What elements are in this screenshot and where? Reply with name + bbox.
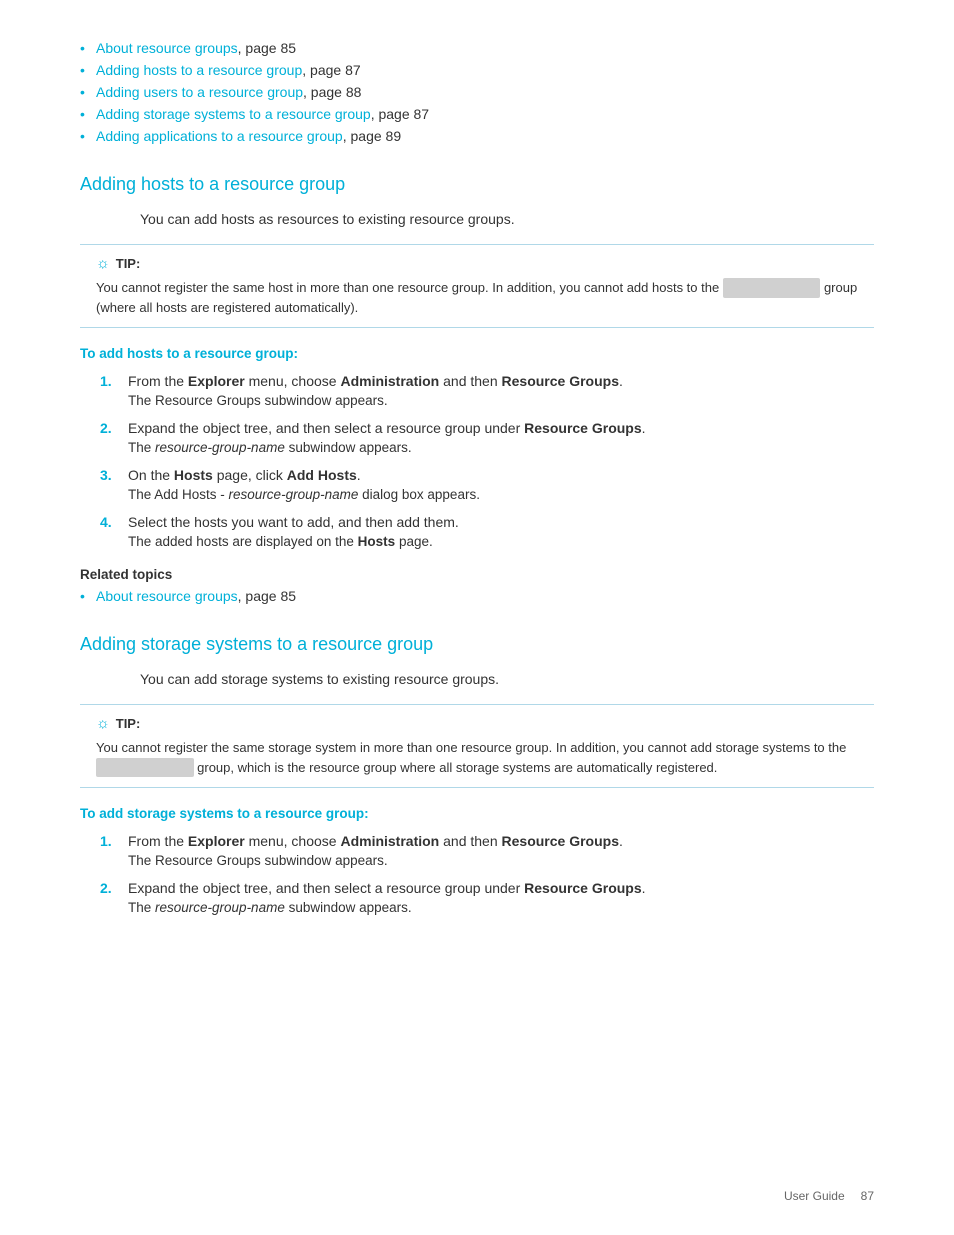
- step-bold: Hosts: [174, 467, 213, 483]
- section2-subheading: To add storage systems to a resource gro…: [80, 806, 874, 821]
- step-bold: Administration: [340, 833, 439, 849]
- section1-steps: 1. From the Explorer menu, choose Admini…: [100, 373, 874, 549]
- tip-box-2: ☼ TIP: You cannot register the same stor…: [80, 704, 874, 788]
- section2-steps: 1. From the Explorer menu, choose Admini…: [100, 833, 874, 915]
- section1-heading: Adding hosts to a resource group: [80, 174, 874, 195]
- step-2: 2. Expand the object tree, and then sele…: [100, 420, 874, 455]
- italic-text: resource-group-name: [155, 900, 285, 915]
- step-num-2: 2.: [100, 420, 118, 436]
- related-suffix: , page 85: [238, 588, 296, 604]
- tip-body-1: You cannot register the same host in mor…: [96, 278, 858, 317]
- list-item-suffix: , page 88: [303, 84, 361, 100]
- italic-text: resource-group-name: [229, 487, 359, 502]
- footer: User Guide 87: [784, 1189, 874, 1203]
- step-bold: Resource Groups: [502, 833, 619, 849]
- step-content-1: From the Explorer menu, choose Administr…: [128, 373, 874, 408]
- top-list: About resource groups, page 85 Adding ho…: [80, 40, 874, 144]
- step-content-2: Expand the object tree, and then select …: [128, 420, 874, 455]
- related-topics-label: Related topics: [80, 567, 874, 582]
- step-bold: Administration: [340, 373, 439, 389]
- adding-storage-link[interactable]: Adding storage systems to a resource gro…: [96, 106, 371, 122]
- adding-applications-link[interactable]: Adding applications to a resource group: [96, 128, 343, 144]
- step-sub-3: The Add Hosts - resource-group-name dial…: [128, 487, 874, 502]
- step-bold: Resource Groups: [524, 420, 641, 436]
- section2-heading: Adding storage systems to a resource gro…: [80, 634, 874, 655]
- s2-step-num-2: 2.: [100, 880, 118, 896]
- about-resource-groups-link[interactable]: About resource groups: [96, 40, 238, 56]
- step-num-3: 3.: [100, 467, 118, 483]
- related-topics-1: Related topics About resource groups, pa…: [80, 567, 874, 604]
- s2-step-content-2: Expand the object tree, and then select …: [128, 880, 874, 915]
- related-topics-item: About resource groups, page 85: [80, 588, 874, 604]
- tip-body-2: You cannot register the same storage sys…: [96, 738, 858, 777]
- step-1: 1. From the Explorer menu, choose Admini…: [100, 373, 874, 408]
- s2-step-1: 1. From the Explorer menu, choose Admini…: [100, 833, 874, 868]
- step-num-1: 1.: [100, 373, 118, 389]
- tip-icon-2: ☼: [96, 715, 110, 732]
- step-text-2: Expand the object tree, and then select …: [128, 420, 646, 436]
- step-bold: Explorer: [188, 833, 245, 849]
- list-item: Adding storage systems to a resource gro…: [80, 106, 874, 122]
- page: About resource groups, page 85 Adding ho…: [0, 0, 954, 1235]
- s2-step-2: 2. Expand the object tree, and then sele…: [100, 880, 874, 915]
- step-sub-1: The Resource Groups subwindow appears.: [128, 393, 874, 408]
- s2-step-sub-2: The resource-group-name subwindow appear…: [128, 900, 874, 915]
- step-3: 3. On the Hosts page, click Add Hosts. T…: [100, 467, 874, 502]
- step-content-4: Select the hosts you want to add, and th…: [128, 514, 874, 549]
- step-text-1: From the Explorer menu, choose Administr…: [128, 373, 623, 389]
- section1-intro: You can add hosts as resources to existi…: [140, 209, 874, 230]
- step-text-4: Select the hosts you want to add, and th…: [128, 514, 459, 530]
- tip-header-1: ☼ TIP:: [96, 255, 858, 272]
- list-item: About resource groups, page 85: [80, 40, 874, 56]
- tip-box-1: ☼ TIP: You cannot register the same host…: [80, 244, 874, 328]
- tip-icon-1: ☼: [96, 255, 110, 272]
- step-num-4: 4.: [100, 514, 118, 530]
- footer-label: User Guide: [784, 1189, 845, 1203]
- list-item-suffix: , page 87: [302, 62, 360, 78]
- step-bold: Hosts: [358, 534, 396, 549]
- blurred-1: [723, 278, 821, 298]
- step-sub-2: The resource-group-name subwindow appear…: [128, 440, 874, 455]
- s2-step-text-1: From the Explorer menu, choose Administr…: [128, 833, 623, 849]
- step-bold: Add Hosts: [287, 467, 357, 483]
- italic-text: resource-group-name: [155, 440, 285, 455]
- s2-step-num-1: 1.: [100, 833, 118, 849]
- blurred-2: [96, 758, 194, 778]
- step-content-3: On the Hosts page, click Add Hosts. The …: [128, 467, 874, 502]
- step-sub-4: The added hosts are displayed on the Hos…: [128, 534, 874, 549]
- related-topics-list: About resource groups, page 85: [80, 588, 874, 604]
- list-item: Adding users to a resource group, page 8…: [80, 84, 874, 100]
- tip-header-2: ☼ TIP:: [96, 715, 858, 732]
- footer-page: 87: [861, 1189, 874, 1203]
- list-item: Adding hosts to a resource group, page 8…: [80, 62, 874, 78]
- step-text-3: On the Hosts page, click Add Hosts.: [128, 467, 361, 483]
- section1-subheading: To add hosts to a resource group:: [80, 346, 874, 361]
- list-item-suffix: , page 85: [238, 40, 296, 56]
- related-about-link[interactable]: About resource groups: [96, 588, 238, 604]
- tip-label-1: TIP:: [116, 256, 141, 271]
- step-bold: Resource Groups: [502, 373, 619, 389]
- tip-label-2: TIP:: [116, 716, 141, 731]
- adding-hosts-link[interactable]: Adding hosts to a resource group: [96, 62, 302, 78]
- adding-users-link[interactable]: Adding users to a resource group: [96, 84, 303, 100]
- step-bold: Explorer: [188, 373, 245, 389]
- s2-step-content-1: From the Explorer menu, choose Administr…: [128, 833, 874, 868]
- list-item-suffix: , page 89: [343, 128, 401, 144]
- list-item-suffix: , page 87: [371, 106, 429, 122]
- list-item: Adding applications to a resource group,…: [80, 128, 874, 144]
- step-bold: Resource Groups: [524, 880, 641, 896]
- s2-step-sub-1: The Resource Groups subwindow appears.: [128, 853, 874, 868]
- section2-intro: You can add storage systems to existing …: [140, 669, 874, 690]
- s2-step-text-2: Expand the object tree, and then select …: [128, 880, 646, 896]
- step-4: 4. Select the hosts you want to add, and…: [100, 514, 874, 549]
